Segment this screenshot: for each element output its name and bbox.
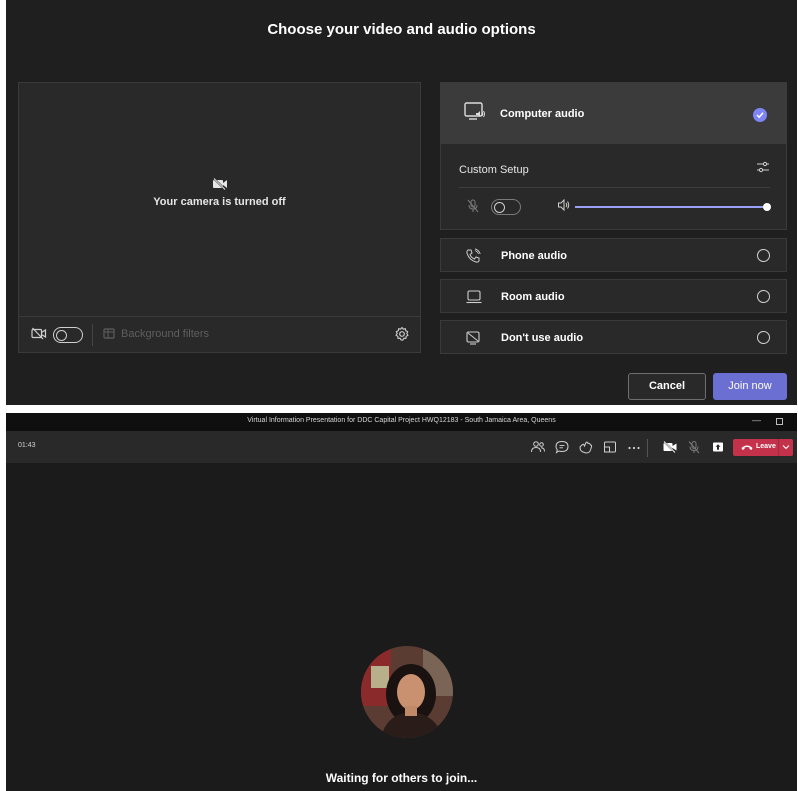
audio-settings-icon[interactable] — [756, 161, 770, 173]
microphone-toggle[interactable] — [491, 199, 521, 215]
meeting-timer: 01:43 — [18, 442, 36, 449]
selected-check-icon — [753, 108, 767, 122]
speaker-volume-slider[interactable] — [575, 206, 769, 208]
cancel-button[interactable]: Cancel — [628, 373, 706, 400]
waiting-message: Waiting for others to join... — [325, 771, 478, 785]
join-now-button[interactable]: Join now — [713, 373, 787, 400]
leave-button[interactable]: Leave — [733, 439, 793, 456]
window-titlebar: Virtual Information Presentation for DDC… — [6, 413, 797, 431]
no-audio-label: Don't use audio — [501, 332, 584, 344]
room-audio-radio[interactable] — [757, 290, 770, 303]
room-audio-icon — [466, 290, 482, 304]
screenshot-root: Choose your video and audio options Your… — [0, 0, 798, 791]
prejoin-title: Choose your video and audio options — [267, 21, 536, 38]
camera-off-icon[interactable] — [662, 439, 678, 455]
divider — [459, 187, 770, 188]
no-audio-option[interactable]: Don't use audio — [440, 320, 787, 354]
meeting-toolbar: 01:43 Leave — [6, 431, 797, 463]
no-audio-radio[interactable] — [757, 331, 770, 344]
background-filters-icon — [103, 328, 115, 339]
minimize-icon[interactable]: — — [752, 415, 761, 425]
divider — [92, 324, 93, 346]
speaker-volume-thumb[interactable] — [763, 203, 771, 211]
background-filters-button[interactable]: Background filters — [103, 328, 209, 340]
divider — [647, 439, 648, 457]
participant-photo — [361, 646, 453, 738]
speaker-icon — [558, 198, 570, 212]
window-title: Virtual Information Presentation for DDC… — [247, 417, 556, 424]
computer-audio-icon — [464, 102, 485, 120]
phone-audio-option[interactable]: Phone audio — [440, 238, 787, 272]
microphone-off-icon[interactable] — [686, 439, 702, 455]
custom-setup-label: Custom Setup — [459, 164, 529, 176]
no-audio-icon — [466, 331, 480, 345]
room-audio-option[interactable]: Room audio — [440, 279, 787, 313]
meeting-window: Virtual Information Presentation for DDC… — [6, 413, 797, 791]
room-audio-label: Room audio — [501, 291, 565, 303]
video-controls-bar: Background filters — [19, 316, 420, 352]
maximize-icon[interactable] — [776, 418, 783, 425]
participants-icon[interactable] — [530, 439, 546, 455]
phone-icon — [466, 248, 481, 263]
computer-audio-option[interactable]: Computer audio — [440, 82, 787, 144]
computer-audio-label: Computer audio — [500, 108, 585, 120]
breakout-rooms-icon[interactable] — [602, 439, 618, 455]
hang-up-icon — [741, 445, 753, 450]
video-preview-panel: Your camera is turned off Background fil… — [18, 82, 421, 353]
microphone-off-icon — [467, 199, 479, 213]
chat-icon[interactable] — [554, 439, 570, 455]
reactions-icon[interactable] — [578, 439, 594, 455]
custom-setup-panel: Custom Setup — [440, 144, 787, 230]
device-settings-icon[interactable] — [394, 326, 410, 342]
camera-off-icon — [212, 178, 227, 190]
camera-off-text: Your camera is turned off — [153, 196, 286, 208]
phone-audio-label: Phone audio — [501, 250, 567, 262]
leave-label: Leave — [756, 443, 776, 450]
camera-off-message: Your camera is turned off — [19, 178, 420, 208]
divider — [778, 439, 779, 456]
share-screen-icon[interactable] — [710, 439, 726, 455]
camera-toggle[interactable] — [53, 327, 83, 343]
more-actions-icon[interactable] — [626, 439, 642, 455]
background-filters-label: Background filters — [121, 328, 210, 340]
prejoin-dialog: Choose your video and audio options Your… — [6, 0, 797, 405]
chevron-down-icon[interactable] — [782, 442, 790, 452]
avatar — [361, 646, 453, 738]
phone-audio-radio[interactable] — [757, 249, 770, 262]
camera-icon — [31, 327, 47, 340]
